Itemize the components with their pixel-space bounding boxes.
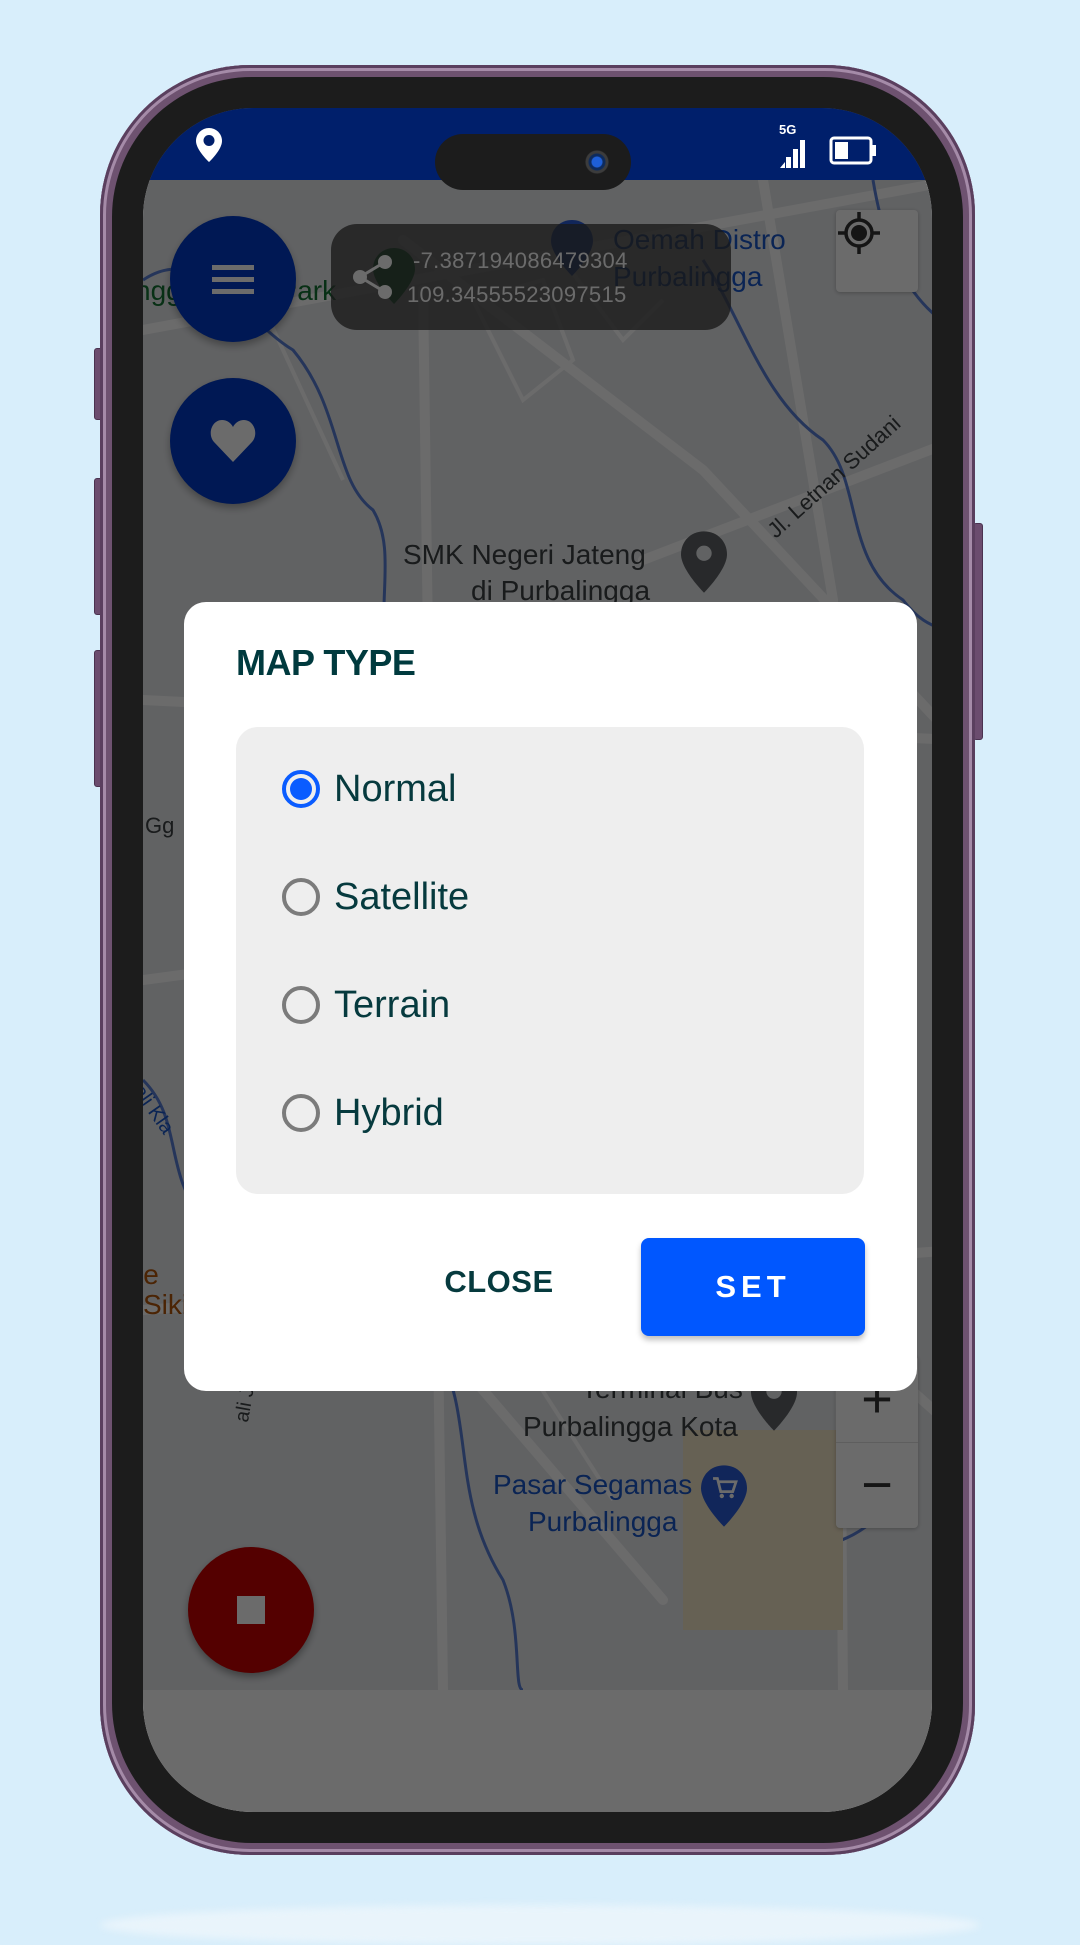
option-satellite[interactable]: Satellite xyxy=(282,867,469,927)
signal-icon xyxy=(780,140,805,168)
option-normal[interactable]: Normal xyxy=(282,759,456,819)
dialog-title: MAP TYPE xyxy=(236,642,416,683)
map-type-dialog: MAP TYPE Normal Satellite Terrain Hybrid… xyxy=(184,602,917,1391)
dynamic-island xyxy=(435,134,631,190)
battery-icon xyxy=(829,136,876,165)
set-button[interactable]: SET xyxy=(641,1238,865,1336)
option-terrain[interactable]: Terrain xyxy=(282,975,450,1035)
phone-bezel: 5G MAP TYPE Normal Satellite Terrain Hyb… xyxy=(112,77,963,1843)
floor-shadow xyxy=(100,1905,980,1945)
option-label: Terrain xyxy=(334,983,451,1026)
option-label: Hybrid xyxy=(334,1091,444,1134)
map-type-options: Normal Satellite Terrain Hybrid xyxy=(236,727,864,1194)
radio-button-checked[interactable] xyxy=(282,770,320,808)
option-label: Normal xyxy=(334,767,457,810)
radio-button[interactable] xyxy=(282,878,320,916)
phone-frame: 5G MAP TYPE Normal Satellite Terrain Hyb… xyxy=(100,65,975,1855)
phone-screen: 5G MAP TYPE Normal Satellite Terrain Hyb… xyxy=(143,108,932,1812)
option-label: Satellite xyxy=(334,875,470,918)
location-pin-icon xyxy=(196,128,222,162)
close-button[interactable]: CLOSE xyxy=(404,1237,594,1327)
option-hybrid[interactable]: Hybrid xyxy=(282,1083,444,1143)
radio-button[interactable] xyxy=(282,1094,320,1132)
radio-button[interactable] xyxy=(282,986,320,1024)
front-camera xyxy=(585,150,609,174)
network-type-label: 5G xyxy=(779,122,797,137)
